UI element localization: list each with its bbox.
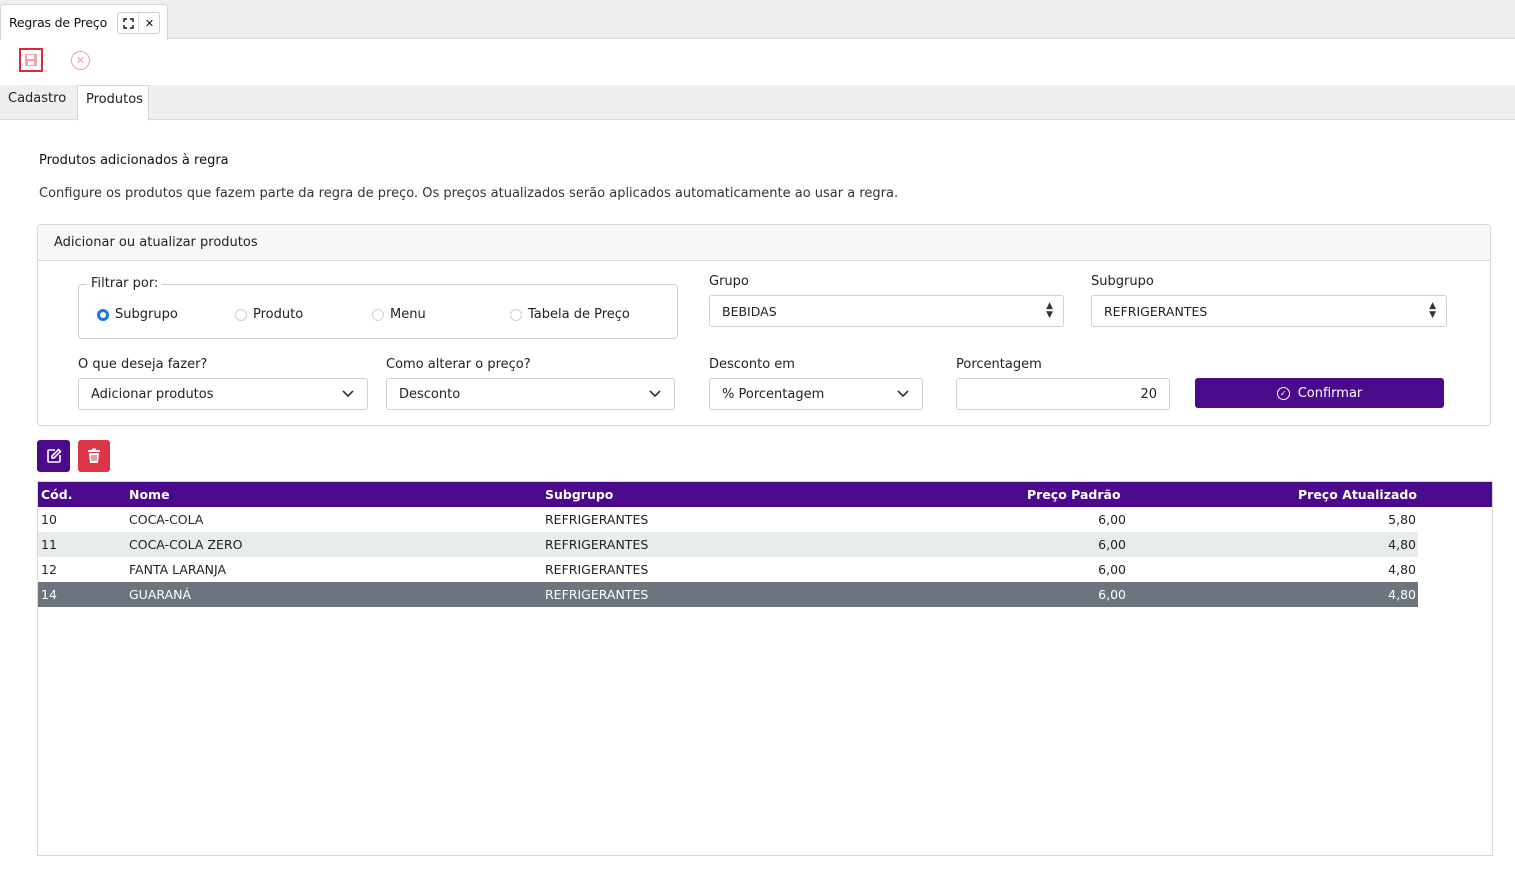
cell-subgrupo: REFRIGERANTES	[545, 587, 649, 602]
edit-button[interactable]	[37, 440, 70, 472]
radio-subgrupo[interactable]: Subgrupo	[97, 307, 178, 322]
alterar-label: Como alterar o preço?	[386, 357, 531, 372]
cancel-button[interactable]: ✕	[71, 51, 90, 70]
close-icon[interactable]: ✕	[139, 13, 160, 33]
desconto-select[interactable]: % Porcentagem	[709, 378, 923, 410]
cell-cod: 14	[41, 587, 57, 602]
column-header-cod[interactable]: Cód.	[41, 487, 72, 502]
porcentagem-label: Porcentagem	[956, 357, 1042, 372]
radio-label: Subgrupo	[115, 307, 178, 322]
confirm-button[interactable]: ✓ Confirmar	[1195, 378, 1444, 408]
alterar-select[interactable]: Desconto	[386, 378, 675, 410]
column-header-subgrupo[interactable]: Subgrupo	[545, 487, 613, 502]
radio-label: Tabela de Preço	[528, 307, 630, 322]
cell-preco-padrao: 6,00	[1098, 512, 1126, 527]
desconto-label: Desconto em	[709, 357, 795, 372]
radio-produto[interactable]: Produto	[235, 307, 303, 322]
cancel-circle-icon: ✕	[75, 54, 86, 67]
section-description: Configure os produtos que fazem parte da…	[39, 186, 899, 201]
trash-icon	[88, 448, 100, 463]
table-row[interactable]: 11 COCA-COLA ZERO REFRIGERANTES 6,00 4,8…	[38, 532, 1418, 557]
grupo-select[interactable]: BEBIDAS ▲ ▼	[709, 295, 1064, 327]
sort-arrows-icon: ▲ ▼	[1429, 301, 1436, 320]
sort-arrows-icon: ▲ ▼	[1046, 301, 1053, 320]
section-title: Produtos adicionados à regra	[39, 153, 229, 168]
filter-legend: Filtrar por:	[87, 276, 163, 291]
radio-unchecked-icon	[235, 308, 247, 321]
cell-preco-atualizado: 4,80	[1388, 537, 1416, 552]
delete-button[interactable]	[78, 440, 110, 472]
radio-tabela-de-preco[interactable]: Tabela de Preço	[510, 307, 630, 322]
radio-label: Menu	[390, 307, 426, 322]
cell-nome: FANTA LARANJA	[129, 562, 227, 577]
radio-label: Produto	[253, 307, 304, 322]
table-row[interactable]: 10 COCA-COLA REFRIGERANTES 6,00 5,80	[38, 507, 1418, 532]
cell-subgrupo: REFRIGERANTES	[545, 512, 649, 527]
window-tab-title: Regras de Preço	[9, 15, 108, 30]
acao-select[interactable]: Adicionar produtos	[78, 378, 368, 410]
check-circle-icon: ✓	[1276, 386, 1290, 400]
cell-preco-padrao: 6,00	[1098, 562, 1126, 577]
tab-cadastro[interactable]: Cadastro	[0, 85, 74, 120]
window-tab[interactable]: Regras de Preço ✕	[0, 4, 168, 40]
radio-menu[interactable]: Menu	[372, 307, 426, 322]
cell-subgrupo: REFRIGERANTES	[545, 562, 649, 577]
cell-cod: 12	[41, 562, 57, 577]
edit-icon	[46, 448, 62, 463]
cell-preco-padrao: 6,00	[1098, 587, 1126, 602]
cell-preco-padrao: 6,00	[1098, 537, 1126, 552]
add-update-panel: Adicionar ou atualizar produtos Filtrar …	[37, 224, 1491, 426]
filter-fieldset: Filtrar por: Subgrupo Produto Menu Tabel…	[78, 276, 678, 339]
column-header-preco-padrao[interactable]: Preço Padrão	[1027, 487, 1121, 502]
acao-label: O que deseja fazer?	[78, 357, 208, 372]
panel-header: Adicionar ou atualizar produtos	[38, 225, 1490, 261]
column-header-nome[interactable]: Nome	[129, 487, 170, 502]
radio-unchecked-icon	[372, 308, 384, 321]
chevron-down-icon	[649, 390, 661, 398]
radio-checked-icon	[97, 308, 109, 321]
acao-value: Adicionar produtos	[91, 387, 214, 402]
chevron-down-icon	[897, 390, 909, 398]
cell-cod: 11	[41, 537, 57, 552]
table-header: Cód. Nome Subgrupo Preço Padrão Preço At…	[38, 482, 1492, 507]
chevron-down-icon	[342, 390, 354, 398]
cell-cod: 10	[41, 512, 57, 527]
section-tabs: Cadastro Produtos	[0, 85, 1515, 121]
subgrupo-label: Subgrupo	[1091, 274, 1154, 289]
floppy-disk-icon	[25, 54, 37, 66]
grupo-label: Grupo	[709, 274, 749, 289]
window-tab-controls: ✕	[117, 12, 160, 34]
column-header-preco-atualizado[interactable]: Preço Atualizado	[1298, 487, 1417, 502]
cell-nome: COCA-COLA ZERO	[129, 537, 243, 552]
porcentagem-value: 20	[1140, 387, 1157, 402]
cell-nome: GUARANÁ	[129, 587, 192, 602]
panel-title: Adicionar ou atualizar produtos	[54, 235, 258, 250]
radio-unchecked-icon	[510, 308, 522, 321]
confirm-label: Confirmar	[1297, 385, 1363, 401]
products-table: Cód. Nome Subgrupo Preço Padrão Preço At…	[37, 481, 1493, 856]
porcentagem-input[interactable]: 20	[956, 378, 1170, 410]
cell-subgrupo: REFRIGERANTES	[545, 537, 649, 552]
table-row[interactable]: 12 FANTA LARANJA REFRIGERANTES 6,00 4,80	[38, 557, 1418, 582]
table-row-selected[interactable]: 14 GUARANÁ REFRIGERANTES 6,00 4,80	[38, 582, 1418, 607]
cell-preco-atualizado: 5,80	[1388, 512, 1416, 527]
tab-produtos[interactable]: Produtos	[77, 85, 149, 121]
cell-preco-atualizado: 4,80	[1388, 562, 1416, 577]
subgrupo-select[interactable]: REFRIGERANTES ▲ ▼	[1091, 295, 1447, 327]
alterar-value: Desconto	[399, 387, 461, 402]
cell-nome: COCA-COLA	[129, 512, 204, 527]
save-button[interactable]	[19, 48, 43, 72]
grupo-value: BEBIDAS	[722, 304, 777, 319]
subgrupo-value: REFRIGERANTES	[1104, 304, 1208, 319]
expand-icon[interactable]	[118, 13, 139, 33]
window-tab-strip: Regras de Preço ✕	[0, 0, 1515, 40]
cell-preco-atualizado: 4,80	[1388, 587, 1416, 602]
desconto-value: % Porcentagem	[722, 387, 825, 402]
